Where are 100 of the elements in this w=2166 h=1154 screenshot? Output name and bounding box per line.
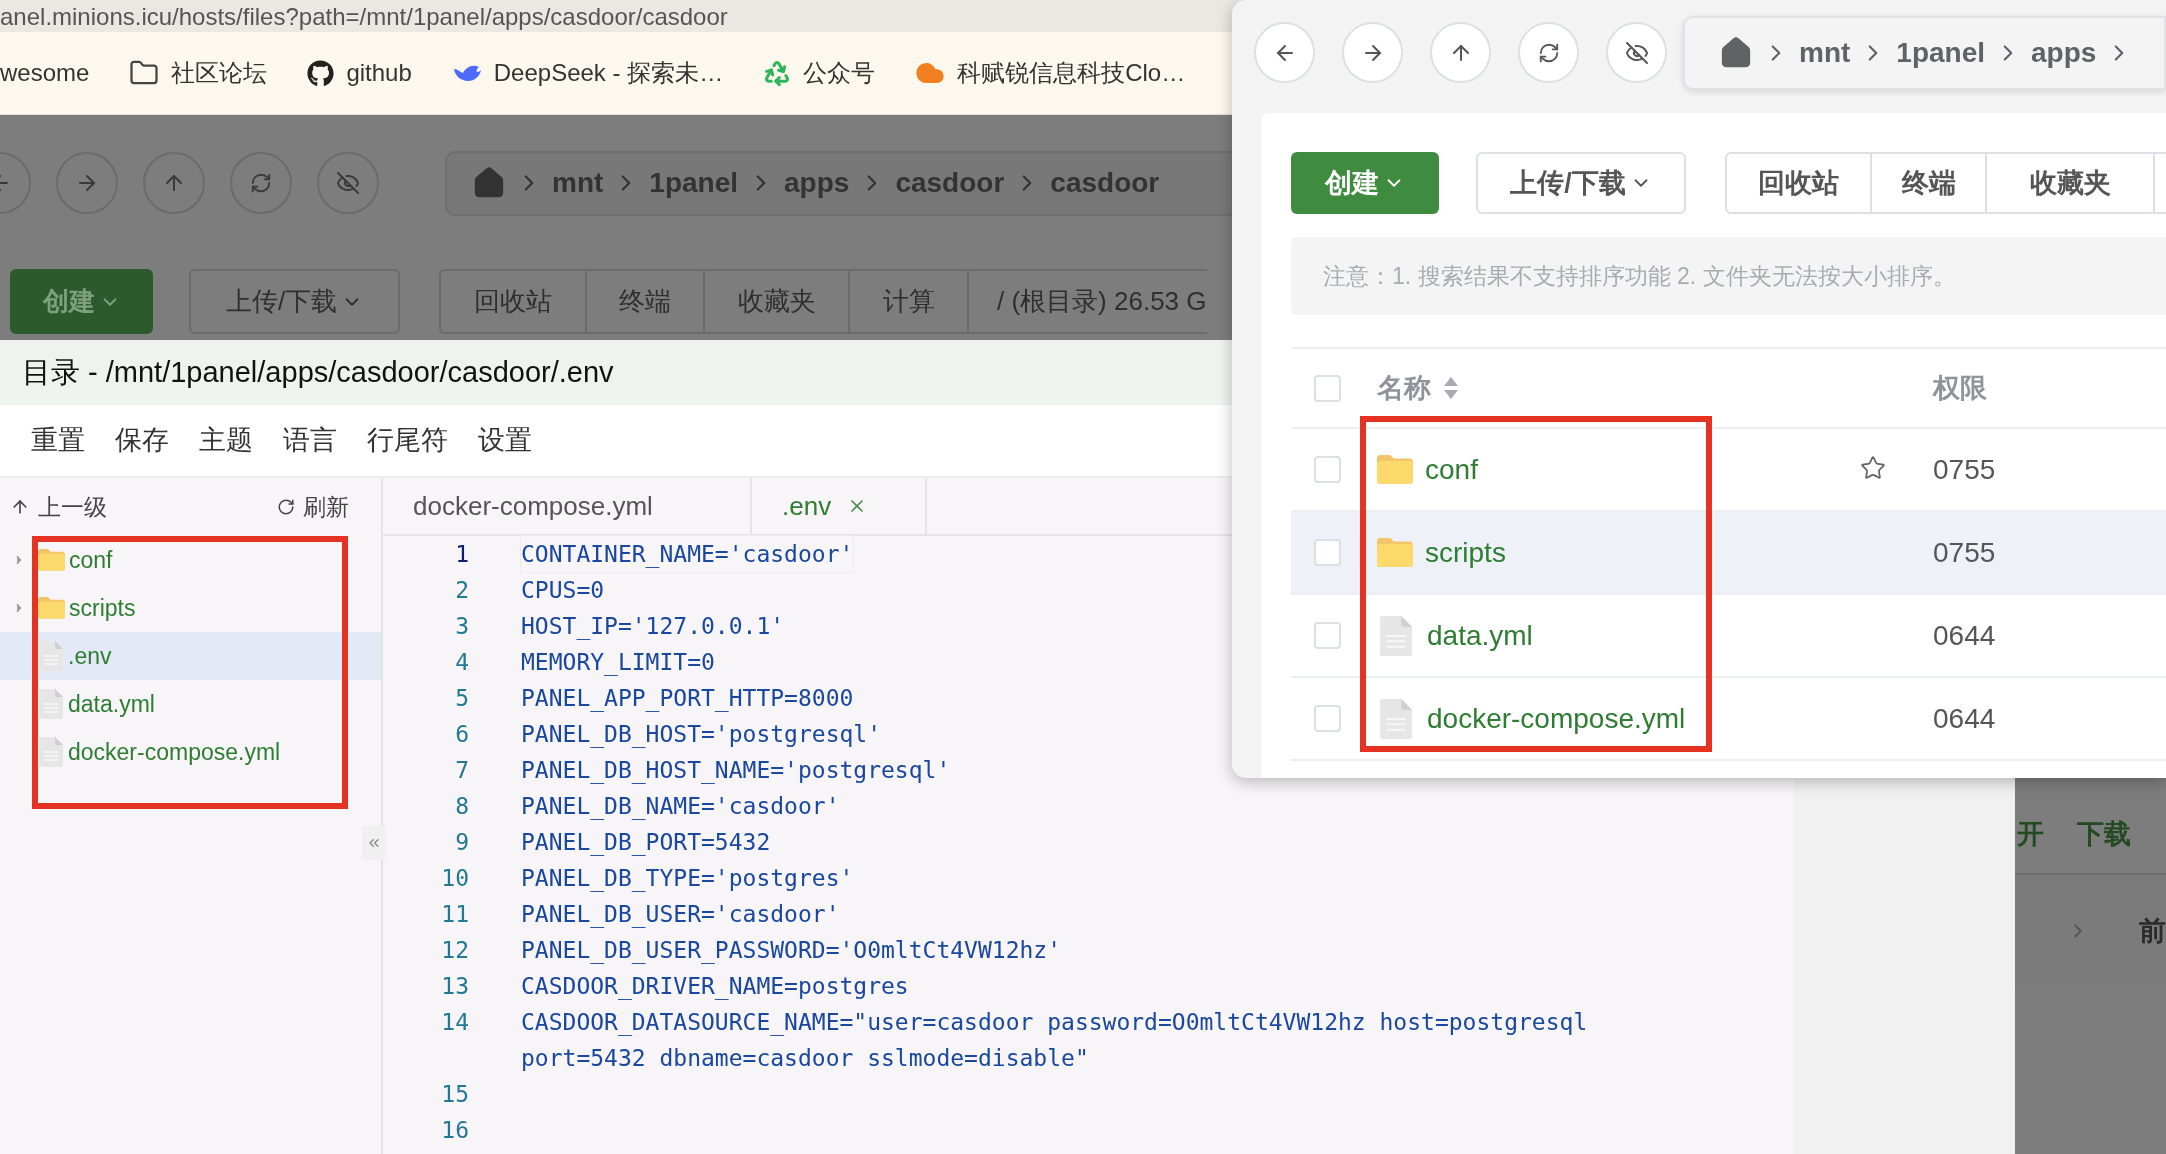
code-line: PANEL_DB_HOST_NAME='postgresql' (521, 756, 951, 786)
bookmark[interactable]: 科赋锐信息科技Clo… (915, 55, 1186, 91)
tree-item[interactable]: docker-compose.yml (0, 728, 381, 776)
file-icon (39, 737, 63, 767)
home-icon[interactable] (1719, 35, 1753, 70)
toolbar-button[interactable]: 收藏夹 (705, 271, 850, 332)
breadcrumb-item[interactable]: casdoor (1050, 162, 1160, 204)
code-line: HOST_IP='127.0.0.1' (521, 612, 785, 642)
tree-item[interactable]: scripts (0, 584, 381, 632)
permission-text: 0755 (1933, 452, 1996, 487)
editor-tab[interactable]: .env (752, 478, 927, 534)
star-icon[interactable] (1860, 454, 1886, 481)
toolbar-button[interactable]: 计算 (850, 271, 969, 332)
file-name: .env (68, 641, 112, 671)
breadcrumb-item[interactable]: casdoor (895, 162, 1005, 204)
bookmark[interactable]: DeepSeek - 探索未… (451, 55, 724, 91)
bookmark[interactable]: 社区论坛 (129, 55, 268, 91)
recycle-icon (763, 59, 792, 87)
breadcrumb-item[interactable]: apps (2031, 31, 2097, 74)
file-icon (1380, 698, 1412, 739)
column-header: 权限 (1933, 371, 1987, 405)
url-text[interactable]: anel.minions.icu/hosts/files?path=/mnt/1panel/apps/casdoor/casdoor (0, 2, 728, 32)
checkbox[interactable] (1314, 539, 1341, 566)
checkbox[interactable] (1314, 456, 1341, 483)
line-number: 10 (440, 864, 469, 893)
breadcrumb-item[interactable]: apps (784, 162, 850, 204)
line-number: 9 (454, 828, 469, 857)
file-row[interactable]: scripts 0755 (1291, 510, 2166, 593)
line-number: 6 (454, 720, 469, 749)
line-number: 4 (454, 648, 469, 677)
line-number: 1 (454, 540, 469, 569)
file-name: data.yml (68, 689, 155, 719)
code-line: MEMORY_LIMIT=0 (521, 648, 715, 678)
toolbar-button[interactable]: 回收站 (441, 271, 587, 332)
menu-item[interactable]: 语言 (283, 420, 337, 461)
menu-item[interactable]: 行尾符 (367, 420, 448, 461)
file-name[interactable]: scripts (1425, 531, 1506, 574)
transfer-button[interactable]: 上传/下载 (189, 269, 400, 334)
tree-item[interactable]: data.yml (0, 680, 381, 728)
folder-icon (1377, 455, 1413, 484)
line-number: 16 (440, 1116, 469, 1145)
eye-off-icon (336, 171, 360, 195)
transfer-button[interactable]: 上传/下载 (1476, 152, 1686, 214)
create-button[interactable]: 创建 (1291, 152, 1439, 214)
toolbar-button[interactable]: 终端 (587, 271, 705, 332)
bookmark[interactable]: 公众号 (763, 55, 876, 91)
line-number: 12 (440, 936, 469, 965)
editor-tab[interactable]: docker-compose.yml (383, 478, 752, 534)
refresh-button[interactable] (230, 152, 292, 214)
menu-item[interactable]: 重置 (31, 420, 85, 461)
bookmark[interactable]: wesome (0, 55, 90, 91)
folder-icon (1377, 538, 1413, 567)
refresh-icon (277, 498, 295, 516)
toolbar-button[interactable]: 收藏夹 (1987, 154, 2155, 212)
tree-item[interactable]: .env (0, 632, 381, 680)
code-line: PANEL_DB_USER_PASSWORD='O0mltCt4VW12hz' (521, 936, 1062, 966)
refresh-icon (1537, 41, 1560, 64)
column-header[interactable]: 名称 (1377, 367, 1431, 409)
breadcrumb-item[interactable]: 1panel (1896, 31, 1986, 74)
forward-button[interactable] (56, 152, 118, 214)
dialog-title: 目录 - /mnt/1panel/apps/casdoor/casdoor/.env (22, 354, 614, 390)
eye-off-icon (1624, 40, 1649, 65)
toolbar-button[interactable]: 终端 (1872, 154, 1987, 212)
breadcrumb-item[interactable]: 1panel (649, 162, 739, 204)
folder-icon (38, 597, 65, 619)
refresh-button[interactable]: 刷新 (277, 489, 349, 525)
checkbox[interactable] (1314, 622, 1341, 649)
code-line: CASDOOR_DRIVER_NAME=postgres (521, 972, 909, 1002)
folder-icon (38, 549, 65, 571)
refresh-icon (250, 172, 272, 194)
file-name[interactable]: data.yml (1427, 614, 1533, 657)
notice-text: 注意：1. 搜索结果不支持排序功能 2. 文件夹无法按大小排序。 (1323, 261, 1956, 291)
parent-folder-button[interactable]: 上一级 (10, 489, 107, 525)
line-number: 3 (454, 612, 469, 641)
collapse-button[interactable] (362, 826, 386, 860)
toolbar-button[interactable]: / (根目录) 26.53 G (969, 271, 1207, 332)
sort-icon[interactable] (1443, 376, 1459, 400)
code-line: CASDOOR_DATASOURCE_NAME="user=casdoor password=O0mltCt4VW12hz host=postgresql port=5432 dbname=casdoor sslmode=disable" (521, 1008, 1589, 1073)
menu-item[interactable]: 主题 (199, 420, 253, 461)
code-line: CONTAINER_NAME='casdoor' (521, 536, 854, 572)
file-name[interactable]: docker-compose.yml (1427, 697, 1686, 740)
bookmark[interactable]: github (307, 55, 412, 91)
up-button[interactable] (143, 152, 205, 214)
file-icon (39, 689, 63, 719)
toolbar-button[interactable]: 回收站 (1727, 154, 1872, 212)
code-line: PANEL_DB_USER='casdoor' (521, 900, 840, 930)
checkbox[interactable] (1314, 374, 1341, 402)
file-name: docker-compose.yml (68, 737, 281, 767)
menu-item[interactable]: 保存 (115, 420, 169, 461)
breadcrumb-item[interactable]: mnt (552, 162, 604, 204)
code-line: PANEL_APP_PORT_HTTP=8000 (521, 684, 854, 714)
line-number: 11 (440, 900, 469, 929)
menu-item[interactable]: 设置 (478, 420, 532, 461)
tree-item[interactable]: conf (0, 536, 381, 584)
file-name[interactable]: conf (1425, 448, 1478, 491)
code-line: PANEL_DB_PORT=5432 (521, 828, 771, 858)
home-icon[interactable] (472, 166, 506, 200)
breadcrumb-item[interactable]: mnt (1799, 31, 1851, 74)
file-icon (39, 641, 63, 671)
checkbox[interactable] (1314, 705, 1341, 732)
